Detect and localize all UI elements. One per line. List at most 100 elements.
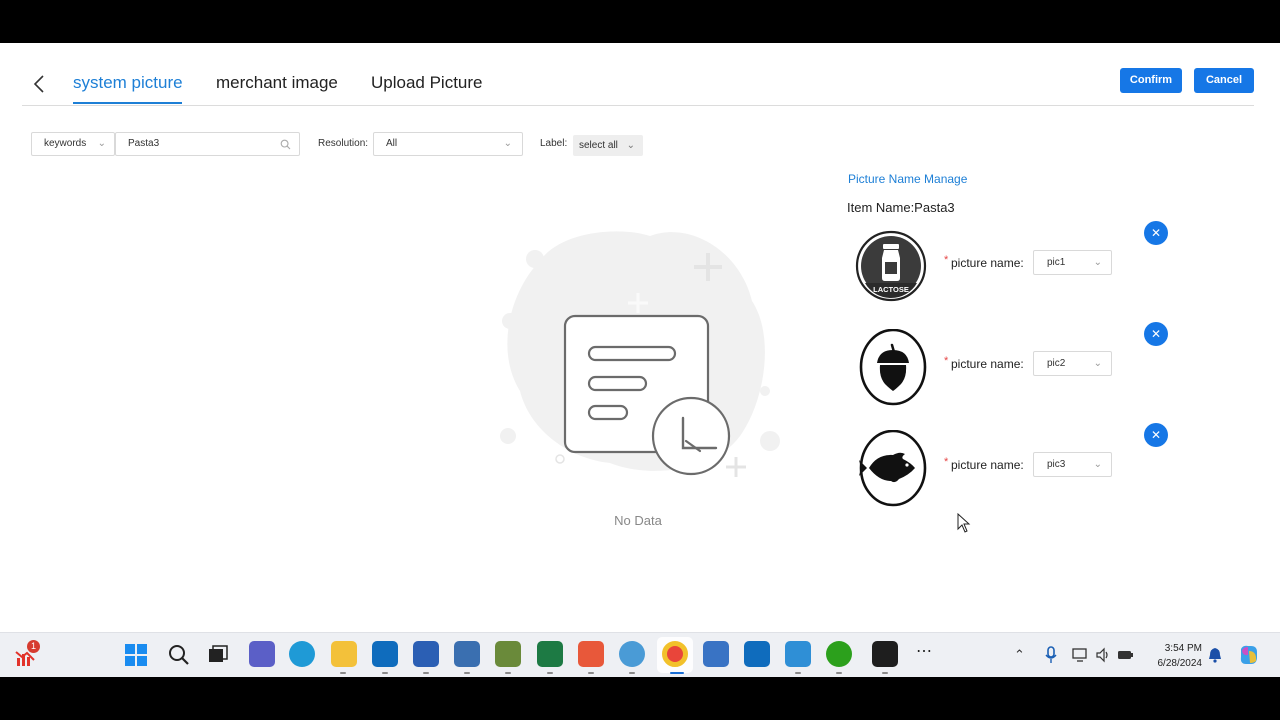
running-indicator	[547, 672, 553, 674]
show-hidden-icons-chevron-icon[interactable]: ⌃	[1014, 647, 1025, 663]
close-icon: ✕	[1150, 226, 1162, 240]
close-icon: ✕	[1150, 428, 1162, 442]
required-asterisk: *	[944, 355, 949, 367]
photos-icon[interactable]	[785, 641, 811, 667]
chevron-down-icon: ⌄	[626, 140, 635, 151]
picture-name-value: pic1	[1047, 257, 1066, 268]
fish-icon	[859, 430, 927, 507]
close-icon: ✕	[1150, 327, 1162, 341]
running-indicator	[340, 672, 346, 674]
excel-icon[interactable]	[537, 641, 563, 667]
search-field-select[interactable]: keywords ⌄	[31, 132, 115, 156]
header-divider	[22, 105, 1254, 106]
picture-name-label: picture name:	[951, 256, 1024, 270]
notification-bell-icon[interactable]	[1208, 647, 1222, 663]
picture-name-select-2[interactable]: pic2 ⌄	[1033, 351, 1112, 376]
chevron-down-icon: ⌄	[503, 138, 512, 149]
picture-row: * picture name: pic3 ⌄ ✕	[855, 423, 1175, 510]
running-indicator	[629, 672, 635, 674]
microphone-icon[interactable]	[1044, 646, 1058, 664]
acrobat-icon[interactable]	[872, 641, 898, 667]
remove-picture-button-1[interactable]: ✕	[1144, 221, 1168, 245]
task-view-icon[interactable]	[207, 644, 229, 666]
tab-upload-picture[interactable]: Upload Picture	[371, 73, 483, 93]
notification-badge: 1	[27, 640, 40, 653]
picture-name-label: picture name:	[951, 458, 1024, 472]
running-indicator	[423, 672, 429, 674]
search-field-select-value: keywords	[44, 138, 87, 149]
running-indicator	[588, 672, 594, 674]
battery-icon[interactable]	[1117, 647, 1135, 663]
picture-name-manage-title: Picture Name Manage	[848, 172, 968, 186]
active-tab-indicator	[73, 102, 182, 104]
resolution-select-value: All	[386, 138, 398, 149]
required-asterisk: *	[944, 254, 949, 266]
picture-name-select-1[interactable]: pic1 ⌄	[1033, 250, 1112, 275]
picture-name-value: pic2	[1047, 358, 1066, 369]
empty-state-text: No Data	[614, 513, 662, 528]
running-indicator	[464, 672, 470, 674]
network-icon[interactable]	[1072, 647, 1088, 663]
label-filter-select[interactable]: select all ⌄	[573, 135, 643, 156]
running-indicator	[505, 672, 511, 674]
item-name: Item Name:Pasta3	[847, 200, 955, 215]
lactose-icon: LACTOSE	[855, 230, 927, 302]
remove-picture-button-3[interactable]: ✕	[1144, 423, 1168, 447]
more-apps-icon[interactable]: ⋯	[916, 641, 932, 661]
resolution-label: Resolution:	[318, 138, 369, 149]
volume-icon[interactable]	[1095, 647, 1111, 663]
back-arrow-icon[interactable]	[30, 73, 48, 95]
chrome-icon[interactable]	[662, 641, 688, 667]
search-icon[interactable]	[168, 644, 190, 666]
clock-date: 6/28/2024	[1157, 658, 1203, 669]
required-asterisk: *	[944, 456, 949, 468]
tab-merchant-image[interactable]: merchant image	[216, 73, 338, 93]
running-indicator	[882, 672, 888, 674]
tab-system-picture[interactable]: system picture	[73, 73, 183, 93]
picture-name-value: pic3	[1047, 459, 1066, 470]
picture-name-select-3[interactable]: pic3 ⌄	[1033, 452, 1112, 477]
picture-name-label: picture name:	[951, 357, 1024, 371]
system-clock[interactable]: 3:54 PM 6/28/2024	[1140, 641, 1203, 671]
word-icon[interactable]	[413, 641, 439, 667]
search-input-value: Pasta3	[128, 138, 160, 149]
chevron-down-icon: ⌄	[1093, 358, 1102, 369]
active-indicator	[670, 672, 684, 674]
clock-time: 3:54 PM	[1164, 643, 1202, 654]
acorn-icon	[859, 329, 927, 406]
chevron-down-icon: ⌄	[1093, 257, 1102, 268]
copilot-icon[interactable]	[1237, 643, 1261, 667]
paint-icon[interactable]	[619, 641, 645, 667]
network-tool-icon[interactable]	[454, 641, 480, 667]
windows-start-icon[interactable]	[125, 644, 147, 666]
label-filter-value: select all	[579, 140, 618, 151]
search-icon[interactable]	[280, 139, 291, 150]
picture-row: LACTOSE * picture name: pic1 ⌄ ✕	[855, 221, 1175, 308]
cancel-button[interactable]: Cancel	[1194, 68, 1254, 93]
edge-icon[interactable]	[289, 641, 315, 667]
file-explorer-icon[interactable]	[331, 641, 357, 667]
running-indicator	[382, 672, 388, 674]
remote-desktop-icon[interactable]	[703, 641, 729, 667]
chevron-down-icon: ⌄	[1093, 459, 1102, 470]
quickbooks-icon[interactable]	[826, 641, 852, 667]
app-c-icon[interactable]	[578, 641, 604, 667]
confirm-button[interactable]: Confirm	[1120, 68, 1182, 93]
resolution-select[interactable]: All ⌄	[373, 132, 523, 156]
screen: system picture merchant image Upload Pic…	[0, 0, 1280, 720]
new-outlook-icon[interactable]	[744, 641, 770, 667]
sparkle-plus-icon	[726, 457, 746, 477]
remove-picture-button-2[interactable]: ✕	[1144, 322, 1168, 346]
running-indicator	[836, 672, 842, 674]
running-indicator	[795, 672, 801, 674]
windows-taskbar: 1 ⋯ ⌃ 3:54 PM 6/28/2024	[0, 632, 1280, 677]
label-filter-label: Label:	[540, 138, 568, 149]
teams-icon[interactable]	[249, 641, 275, 667]
chevron-down-icon: ⌄	[97, 138, 106, 149]
search-input[interactable]: Pasta3	[115, 132, 300, 156]
svg-text:LACTOSE: LACTOSE	[873, 285, 909, 294]
mouse-pointer-icon	[957, 513, 971, 533]
sync-tool-icon[interactable]	[495, 641, 521, 667]
outlook-icon[interactable]	[372, 641, 398, 667]
picture-selector-dialog: system picture merchant image Upload Pic…	[0, 43, 1280, 632]
